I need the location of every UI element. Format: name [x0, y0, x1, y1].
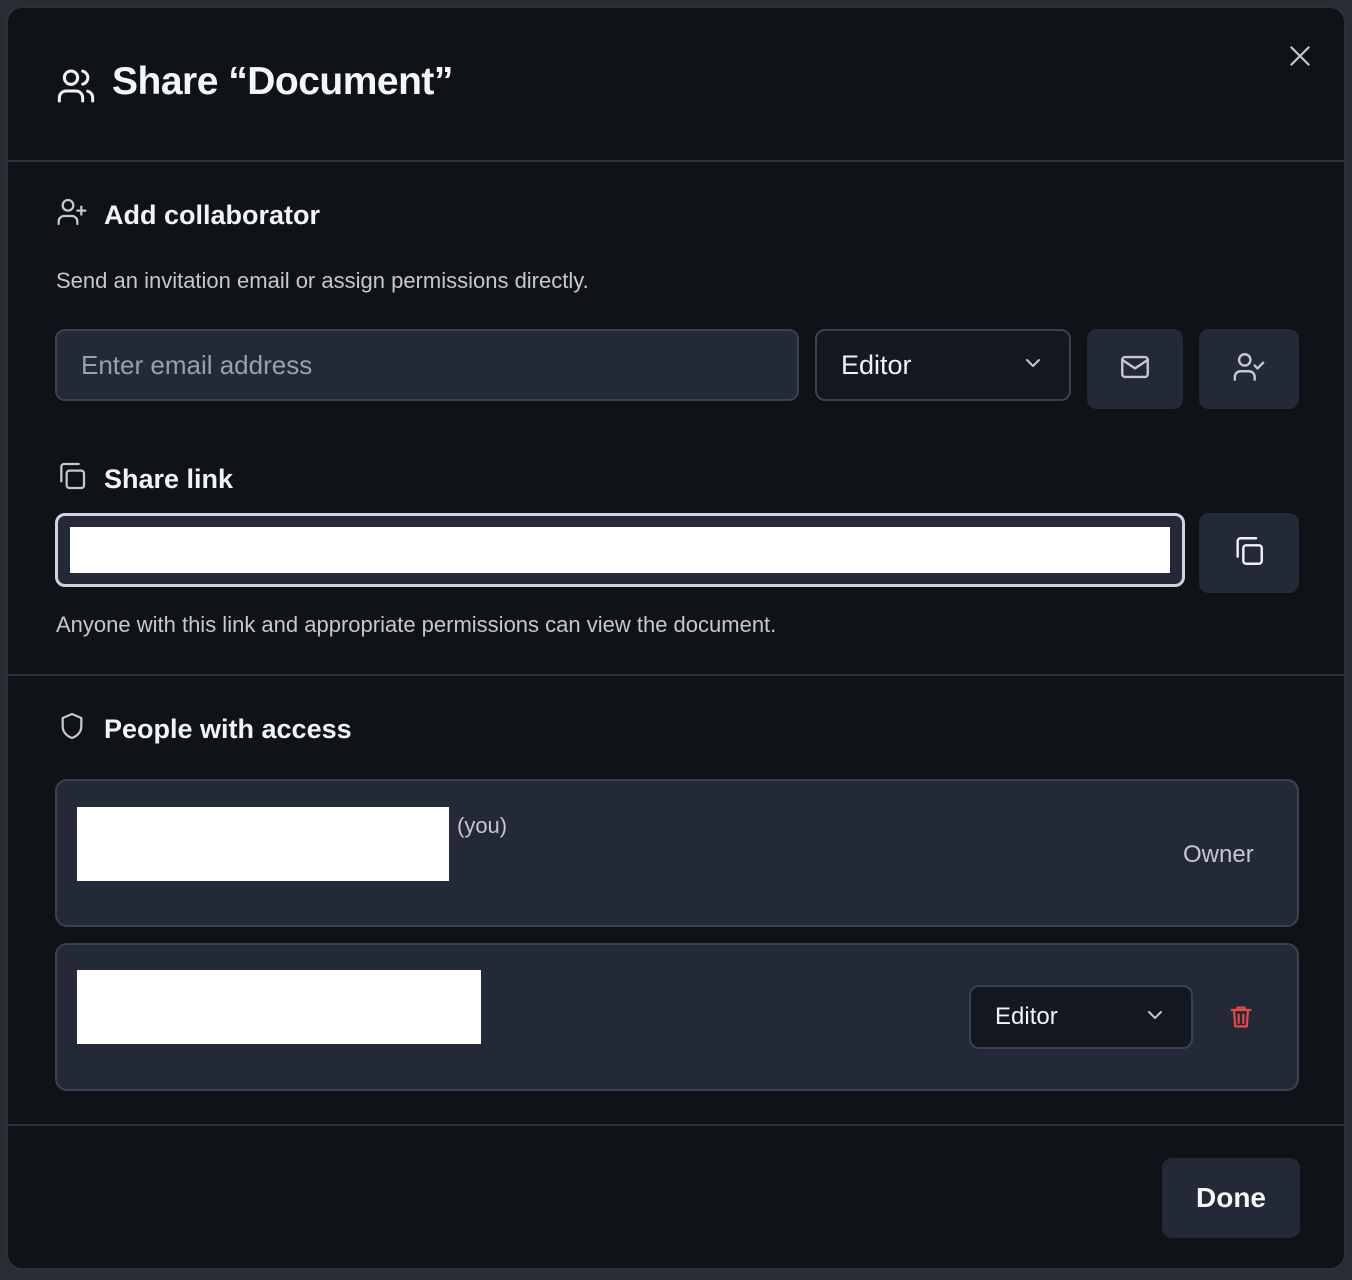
trash-icon: [1227, 1003, 1255, 1036]
chevron-down-icon: [1021, 351, 1045, 380]
share-link-field[interactable]: [55, 513, 1185, 587]
people-heading: People with access: [56, 710, 352, 749]
share-dialog: Share “Document” Add collaborator Send a…: [6, 6, 1346, 1270]
section-divider: [8, 674, 1344, 676]
email-input[interactable]: [55, 329, 799, 401]
add-collaborator-heading: Add collaborator: [56, 196, 320, 235]
footer-divider: [8, 1124, 1344, 1126]
member-name-redacted: [77, 970, 481, 1044]
done-button[interactable]: Done: [1162, 1158, 1300, 1238]
share-link-note: Anyone with this link and appropriate pe…: [56, 612, 777, 637]
add-collaborator-label: Add collaborator: [104, 200, 321, 230]
owner-role-label: Owner: [1183, 841, 1254, 868]
member-name-redacted: [77, 807, 449, 881]
dialog-header: Share “Document”: [8, 8, 1344, 162]
send-invite-button[interactable]: [1087, 329, 1183, 409]
user-plus-icon: [56, 196, 104, 235]
share-link-label: Share link: [104, 464, 234, 494]
remove-member-button[interactable]: [1221, 999, 1261, 1039]
dialog-title: Share “Document”: [112, 60, 453, 103]
role-select[interactable]: Editor: [815, 329, 1071, 401]
share-link-heading: Share link: [56, 460, 233, 499]
user-check-icon: [1232, 350, 1266, 389]
role-select-value: Editor: [841, 349, 912, 380]
users-icon: [56, 66, 96, 106]
people-label: People with access: [104, 714, 352, 744]
shield-icon: [56, 710, 104, 749]
chevron-down-icon: [1143, 1003, 1167, 1032]
share-link-value-redacted: [70, 527, 1170, 573]
copy-link-button[interactable]: [1199, 513, 1299, 593]
close-icon: [1287, 43, 1313, 74]
member-row-owner: (you) Owner: [55, 779, 1299, 927]
member-row-editor: Editor: [55, 943, 1299, 1091]
member-role-select[interactable]: Editor: [969, 985, 1193, 1049]
copy-icon: [56, 460, 104, 499]
copy-icon: [1232, 534, 1266, 573]
assign-permission-button[interactable]: [1199, 329, 1299, 409]
member-role-select-value: Editor: [995, 1003, 1058, 1030]
mail-icon: [1118, 350, 1152, 389]
you-label: (you): [457, 813, 508, 838]
add-collaborator-description: Send an invitation email or assign permi…: [56, 268, 589, 293]
close-button[interactable]: [1282, 40, 1318, 76]
